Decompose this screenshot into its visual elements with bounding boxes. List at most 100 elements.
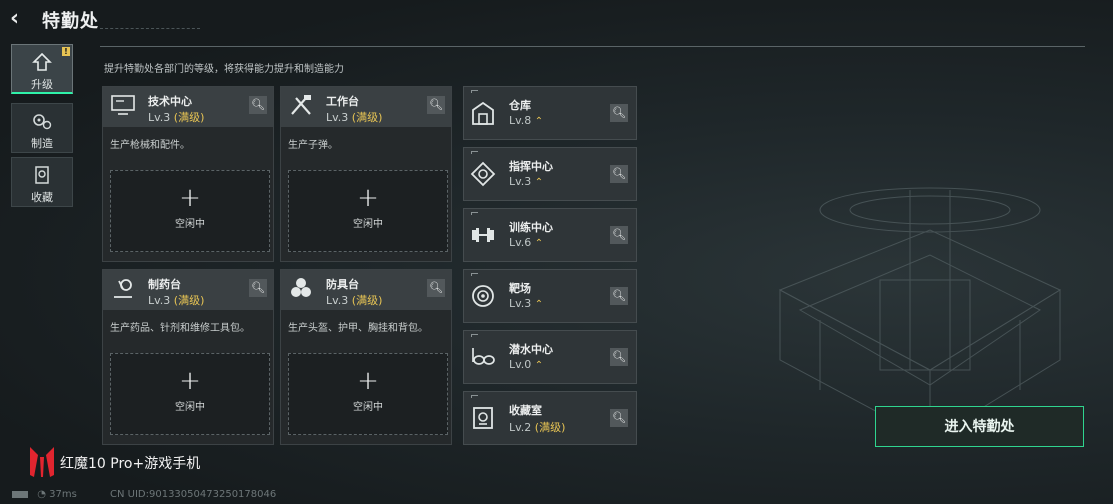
card-name: 技术中心 <box>148 95 192 108</box>
warehouse-icon <box>469 100 497 128</box>
level-text: Lv.2 <box>509 421 532 434</box>
upgrade-arrow-icon: ⌃ <box>534 360 544 371</box>
corner-mark <box>471 273 478 276</box>
facility-name: 潜水中心 <box>509 343 553 356</box>
slot-status: 空闲中 <box>175 402 205 413</box>
production-slot[interactable]: + 空闲中 <box>288 170 448 252</box>
corner-mark <box>471 90 478 93</box>
brand-text: 红魔10 Pro+游戏手机 <box>60 456 201 472</box>
inspect-icon[interactable]: 🔍︎ <box>610 226 628 244</box>
enter-special-ops-button[interactable]: 进入特勤处 <box>875 406 1084 447</box>
tab-upgrade[interactable]: 升级 ! <box>11 44 73 94</box>
level-text: Lv.3 <box>148 294 171 307</box>
red-magic-logo-icon <box>30 447 54 477</box>
title-divider <box>100 18 200 29</box>
facility-card-workbench[interactable]: 工作台 Lv.3 (满级) 🔍︎ 生产子弹。 + 空闲中 <box>280 86 452 262</box>
inspect-icon[interactable]: 🔍︎ <box>610 287 628 305</box>
max-level-tag: (满级) <box>351 294 383 307</box>
level-text: Lv.3 <box>148 111 171 124</box>
corner-mark <box>471 212 478 215</box>
corner-mark <box>471 395 478 398</box>
max-level-tag: (满级) <box>534 421 566 434</box>
inspect-icon[interactable]: 🔍︎ <box>610 348 628 366</box>
upgrade-icon <box>31 52 53 71</box>
notification-badge: ! <box>62 47 70 56</box>
facility-training-center[interactable]: 训练中心 Lv.6 ⌃ 🔍︎ <box>463 208 637 262</box>
network-status: ◔ 37ms <box>12 489 77 500</box>
facility-card-pharmacy[interactable]: 制药台 Lv.3 (满级) 🔍︎ 生产药品、针剂和维修工具包。 + 空闲中 <box>102 269 274 445</box>
top-divider <box>100 46 1085 47</box>
card-header: 工作台 Lv.3 (满级) 🔍︎ <box>281 87 451 127</box>
level-text: Lv.0 <box>509 358 532 371</box>
facility-name: 训练中心 <box>509 221 553 234</box>
facility-diving-center[interactable]: 潜水中心 Lv.0 ⌃ 🔍︎ <box>463 330 637 384</box>
facility-name: 指挥中心 <box>509 160 553 173</box>
inspect-icon[interactable]: 🔍︎ <box>610 104 628 122</box>
back-arrow-icon[interactable]: ‹ <box>10 8 32 30</box>
facility-card-tech-center[interactable]: 技术中心 Lv.3 (满级) 🔍︎ 生产枪械和配件。 + 空闲中 <box>102 86 274 262</box>
tab-label: 升级 <box>31 78 53 91</box>
ping-text: 37ms <box>49 489 77 500</box>
inspect-icon[interactable]: 🔍︎ <box>249 279 267 297</box>
card-header: 技术中心 Lv.3 (满级) 🔍︎ <box>103 87 273 127</box>
tab-collection[interactable]: 收藏 <box>11 157 73 207</box>
facility-level: Lv.0 ⌃ <box>509 358 543 371</box>
level-text: Lv.3 <box>326 111 349 124</box>
facility-card-armor-bench[interactable]: 防具台 Lv.3 (满级) 🔍︎ 生产头盔、护甲、胸挂和背包。 + 空闲中 <box>280 269 452 445</box>
target-icon <box>469 283 497 311</box>
tools-icon <box>287 94 315 120</box>
facility-level: Lv.6 ⌃ <box>509 236 543 249</box>
card-level: Lv.3 (满级) <box>148 109 204 125</box>
vault-icon <box>469 405 497 433</box>
card-level: Lv.3 (满级) <box>326 109 382 125</box>
facility-command-center[interactable]: 指挥中心 Lv.3 ⌃ 🔍︎ <box>463 147 637 201</box>
upgrade-arrow-icon: ⌃ <box>534 177 544 188</box>
page-title: 特勤处 <box>42 11 99 32</box>
card-description: 生产药品、针剂和维修工具包。 <box>110 323 250 334</box>
max-level-tag: (满级) <box>173 111 205 124</box>
tab-label: 收藏 <box>31 191 53 204</box>
inspect-icon[interactable]: 🔍︎ <box>427 96 445 114</box>
facility-name: 收藏室 <box>509 404 542 417</box>
facility-shooting-range[interactable]: 靶场 Lv.3 ⌃ 🔍︎ <box>463 269 637 323</box>
level-text: Lv.6 <box>509 236 532 249</box>
level-text: Lv.3 <box>326 294 349 307</box>
facility-name: 仓库 <box>509 99 531 112</box>
max-level-tag: (满级) <box>173 294 205 307</box>
collection-icon <box>31 166 53 184</box>
facility-warehouse[interactable]: 仓库 Lv.8 ⌃ 🔍︎ <box>463 86 637 140</box>
production-slot[interactable]: + 空闲中 <box>110 353 270 435</box>
gears-icon <box>31 112 53 130</box>
facility-level: Lv.3 ⌃ <box>509 175 543 188</box>
inspect-icon[interactable]: 🔍︎ <box>610 409 628 427</box>
slot-status: 空闲中 <box>353 219 383 230</box>
card-description: 生产枪械和配件。 <box>110 140 190 151</box>
plus-icon: + <box>179 183 201 213</box>
page-subtitle: 提升特勤处各部门的等级，将获得能力提升和制造能力 <box>104 64 344 75</box>
corner-mark <box>471 334 478 337</box>
microscope-icon <box>109 277 137 303</box>
level-text: Lv.8 <box>509 114 532 127</box>
armor-icon <box>287 277 315 303</box>
facility-collection-room[interactable]: 收藏室 Lv.2 (满级) 🔍︎ <box>463 391 637 445</box>
card-level: Lv.3 (满级) <box>326 292 382 308</box>
dumbbell-icon <box>469 222 497 250</box>
battery-icon <box>12 490 28 498</box>
card-header: 制药台 Lv.3 (满级) 🔍︎ <box>103 270 273 310</box>
production-slot[interactable]: + 空闲中 <box>288 353 448 435</box>
inspect-icon[interactable]: 🔍︎ <box>427 279 445 297</box>
inspect-icon[interactable]: 🔍︎ <box>610 165 628 183</box>
plus-icon: + <box>179 366 201 396</box>
production-slot[interactable]: + 空闲中 <box>110 170 270 252</box>
level-text: Lv.3 <box>509 175 532 188</box>
card-name: 制药台 <box>148 278 181 291</box>
corner-mark <box>471 151 478 154</box>
facility-level: Lv.3 ⌃ <box>509 297 543 310</box>
command-icon <box>469 161 497 189</box>
user-id: CN UID:90133050473250178046 <box>110 489 277 500</box>
tab-craft[interactable]: 制造 <box>11 103 73 153</box>
card-name: 工作台 <box>326 95 359 108</box>
inspect-icon[interactable]: 🔍︎ <box>249 96 267 114</box>
card-level: Lv.3 (满级) <box>148 292 204 308</box>
facility-name: 靶场 <box>509 282 531 295</box>
